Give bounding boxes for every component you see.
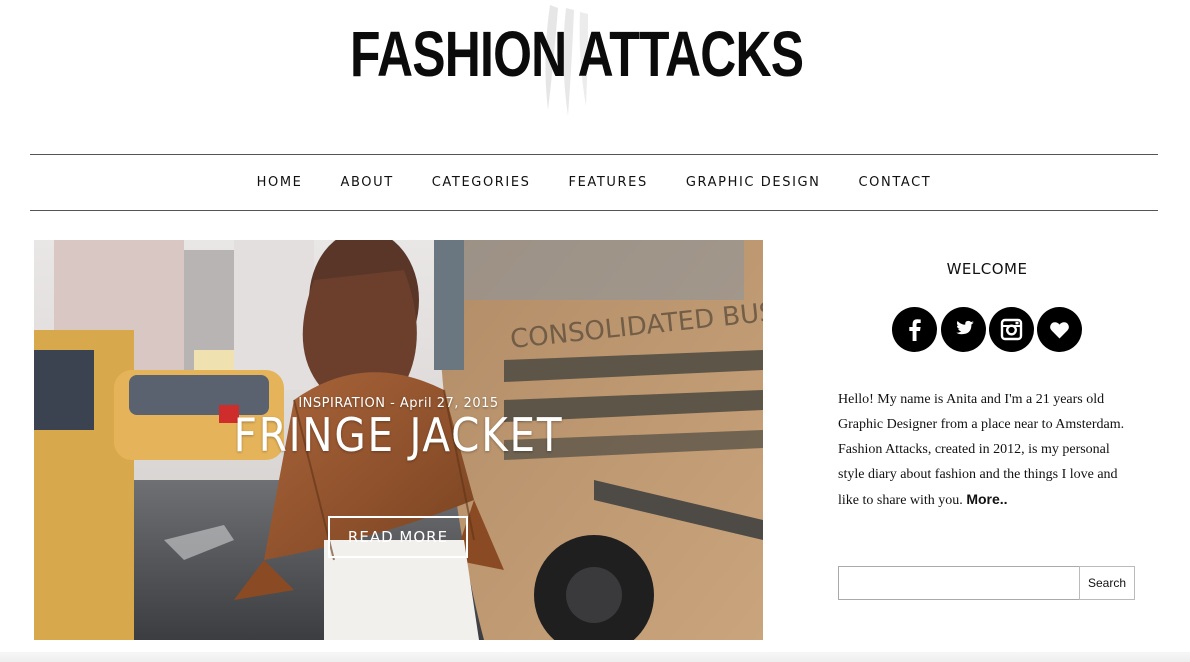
nav-item-about[interactable]: ABOUT [340,175,393,190]
bio-line: Graphic Designer from a place near to Am… [838,417,1125,432]
page-bottom-edge [0,652,1190,662]
instagram-button[interactable] [989,307,1034,352]
site-logo[interactable]: FASHION ATTACKS [350,18,804,90]
nav-item-categories[interactable]: CATEGORIES [432,175,531,190]
bio-line: style diary about fashion and the things… [838,467,1118,482]
facebook-button[interactable] [892,307,937,352]
about-text: Hello! My name is Anita and I'm a 21 yea… [838,387,1138,513]
twitter-icon [956,320,974,335]
bio-line-text: like to share with you. [838,493,963,508]
bio-line: like to share with you. More.. [838,487,1138,513]
bio-line: Fashion Attacks, created in 2012, is my … [838,442,1110,457]
search-input[interactable] [838,566,1082,600]
nav-item-contact[interactable]: CONTACT [859,175,932,190]
search-button[interactable]: Search [1079,566,1135,600]
nav-item-home[interactable]: HOME [257,175,303,190]
instagram-icon [1000,318,1023,341]
more-link[interactable]: More.. [966,491,1007,507]
bloglovin-button[interactable] [1037,307,1082,352]
site-header: FASHION ATTACKS [0,0,1190,150]
twitter-button[interactable] [941,307,986,352]
main-nav: HOME ABOUT CATEGORIES FEATURES GRAPHIC D… [30,154,1158,211]
read-more-button[interactable]: READ MORE [328,516,468,558]
nav-item-features[interactable]: FEATURES [569,175,648,190]
sidebar: WELCOME Hello! My name is Anita and I'm … [820,240,1150,640]
widget-title: WELCOME [946,260,1028,278]
bio-line: Hello! My name is Anita and I'm a 21 yea… [838,392,1105,407]
featured-post[interactable]: CONSOLIDATED BUS TRANSIT INSPIRATION - A… [34,240,763,640]
nav-item-graphic-design[interactable]: GRAPHIC DESIGN [686,175,821,190]
heart-icon [1050,322,1069,339]
facebook-icon [909,319,921,341]
post-title[interactable]: FRINGE JACKET [78,408,720,462]
